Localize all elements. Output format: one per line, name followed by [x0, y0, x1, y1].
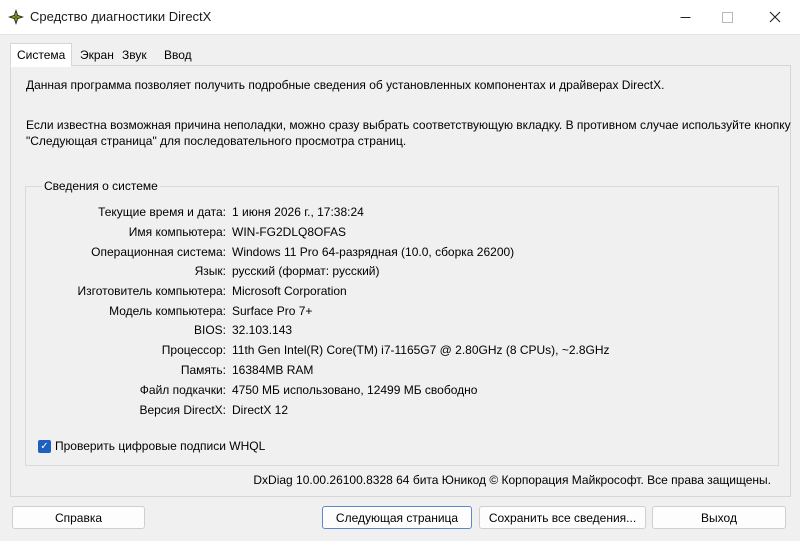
info-label: BIOS:: [193, 323, 226, 337]
info-value: WIN-FG2DLQ8OFAS: [232, 225, 347, 239]
info-label: Имя компьютера:: [128, 225, 226, 239]
info-label: Версия DirectX:: [139, 403, 226, 417]
info-label: Текущие время и дата:: [98, 205, 226, 219]
info-label: Память:: [180, 363, 226, 377]
window-title: Средство диагностики DirectX: [30, 9, 212, 24]
intro-text-1: Данная программа позволяет получить подр…: [26, 78, 665, 92]
tab-panel-system: Данная программа позволяет получить подр…: [10, 65, 791, 497]
save-all-info-button[interactable]: Сохранить все сведения...: [479, 506, 646, 529]
next-page-button[interactable]: Следующая страница: [322, 506, 472, 529]
tab-display[interactable]: Экран: [76, 45, 118, 65]
info-value: Microsoft Corporation: [232, 284, 347, 298]
maximize-button: [704, 0, 750, 34]
tab-system[interactable]: Система: [10, 43, 73, 67]
info-value: 1 июня 2026 г., 17:38:24: [232, 205, 364, 219]
minimize-icon: [680, 16, 690, 18]
info-value: DirectX 12: [232, 403, 289, 417]
exit-button[interactable]: Выход: [652, 506, 786, 529]
help-button[interactable]: Справка: [12, 506, 145, 529]
info-value: 4750 МБ использовано, 12499 МБ свободно: [232, 383, 478, 397]
info-value: 11th Gen Intel(R) Core(TM) i7-1165G7 @ 2…: [232, 343, 610, 357]
info-value: Surface Pro 7+: [232, 304, 313, 318]
close-button[interactable]: [752, 0, 798, 34]
info-value: 16384MB RAM: [232, 363, 314, 377]
maximize-icon: [721, 11, 733, 23]
title-bar: Средство диагностики DirectX: [0, 0, 800, 35]
tab-sound[interactable]: Звук: [118, 45, 151, 65]
info-label: Операционная система:: [91, 245, 226, 259]
intro-text-3: "Следующая страница" для последовательно…: [26, 134, 407, 148]
directx-icon: [8, 9, 24, 25]
info-label: Файл подкачки:: [139, 383, 226, 397]
intro-text-2: Если известна возможная причина неполадк…: [26, 118, 791, 132]
whql-checkbox-label[interactable]: Проверить цифровые подписи WHQL: [55, 439, 265, 454]
close-icon: [769, 11, 781, 23]
info-label: Язык:: [194, 264, 226, 278]
tab-input[interactable]: Ввод: [160, 45, 196, 65]
info-value: 32.103.143: [232, 323, 293, 337]
system-info-group: Сведения о системе Текущие время и дата:…: [25, 179, 779, 466]
minimize-button[interactable]: [662, 0, 708, 34]
info-label: Изготовитель компьютера:: [77, 284, 227, 298]
info-label: Процессор:: [161, 343, 226, 357]
info-value: русский (формат: русский): [232, 264, 380, 278]
system-info-title: Сведения о системе: [42, 179, 160, 193]
whql-checkbox[interactable]: ✓: [38, 440, 51, 453]
version-copyright-text: DxDiag 10.00.26100.8328 64 бита Юникод ©…: [253, 473, 771, 487]
info-label: Модель компьютера:: [109, 304, 226, 318]
info-value: Windows 11 Pro 64-разрядная (10.0, сборк…: [232, 245, 515, 259]
